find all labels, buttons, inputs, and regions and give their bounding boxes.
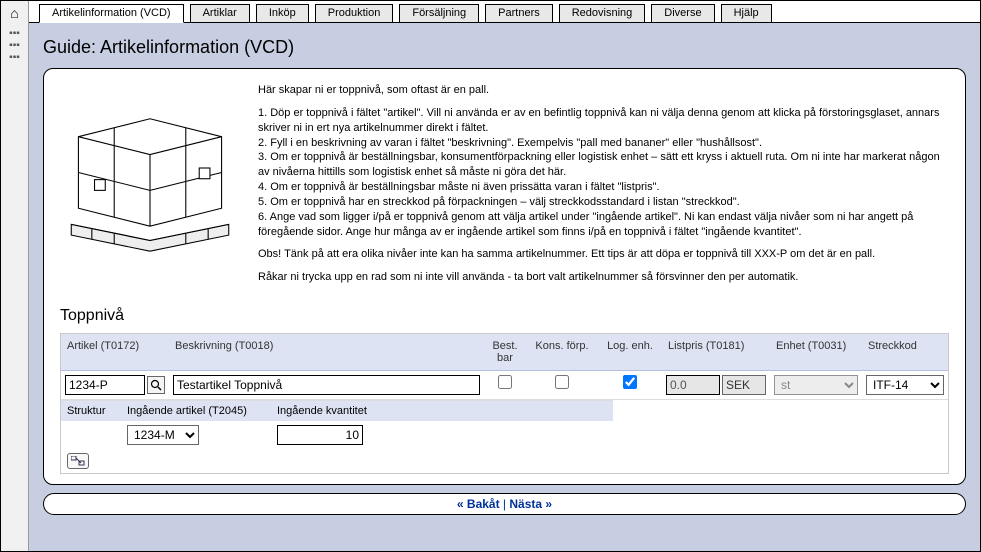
tab-redovisning[interactable]: Redovisning: [559, 4, 646, 22]
col-listpris: Listpris (T0181): [662, 334, 770, 370]
tab-bar: Artikelinformation (VCD) Artiklar Inköp Pro…: [29, 1, 980, 23]
ingaende-artikel-select[interactable]: 1234-M: [127, 425, 199, 445]
tab-partners[interactable]: Partners: [485, 4, 553, 22]
instructions-text: Här skapar ni er toppnivå, som oftast är…: [258, 83, 949, 293]
wizard-nav: « Bakåt | Nästa »: [43, 493, 966, 515]
kons-checkbox[interactable]: [555, 375, 569, 389]
next-link[interactable]: Nästa »: [509, 497, 552, 511]
enhet-select: st: [774, 375, 858, 395]
log-checkbox[interactable]: [623, 375, 637, 389]
tab-ink-p[interactable]: Inköp: [256, 4, 309, 22]
ingaende-kvantitet-input[interactable]: [277, 425, 363, 445]
pallet-illustration: [60, 83, 240, 293]
artikel-input[interactable]: [65, 375, 145, 395]
col-ingaende: Ingående artikel (T2045): [121, 401, 271, 421]
col-streckkod: Streckkod: [862, 334, 948, 370]
section-title: Toppnivå: [60, 307, 949, 325]
col-log: Log. enh.: [598, 334, 662, 370]
best-checkbox[interactable]: [498, 375, 512, 389]
currency-label: SEK: [722, 375, 766, 395]
col-beskrivning: Beskrivning (T0018): [169, 334, 484, 370]
col-struktur: Struktur: [61, 401, 121, 421]
structure-tree-icon[interactable]: [67, 453, 89, 469]
back-link[interactable]: « Bakåt: [457, 497, 500, 511]
tab-artiklar[interactable]: Artiklar: [190, 4, 250, 22]
tab-diverse[interactable]: Diverse: [651, 4, 714, 22]
col-kvantitet: Ingående kvantitet: [271, 401, 381, 421]
col-enhet: Enhet (T0031): [770, 334, 862, 370]
tab-artikelinformation-vcd-[interactable]: Artikelinformation (VCD): [39, 4, 184, 23]
main-panel: Här skapar ni er toppnivå, som oftast är…: [43, 68, 966, 485]
tab-hj-lp[interactable]: Hjälp: [721, 4, 772, 22]
toppniva-grid: Artikel (T0172) Beskrivning (T0018) Best…: [60, 333, 949, 474]
tab-f-rs-ljning[interactable]: Försäljning: [399, 4, 479, 22]
home-icon[interactable]: ⌂: [1, 5, 28, 21]
listpris-input[interactable]: [666, 375, 720, 395]
col-kons: Kons. förp.: [526, 334, 598, 370]
beskrivning-input[interactable]: [173, 375, 480, 395]
col-best: Best. bar: [484, 334, 526, 370]
grip-icon: ▪▪▪▪▪▪▪▪▪: [9, 28, 20, 63]
col-artikel: Artikel (T0172): [61, 334, 169, 370]
page-title: Guide: Artikelinformation (VCD): [43, 37, 966, 58]
tab-produktion[interactable]: Produktion: [315, 4, 394, 22]
search-icon[interactable]: [147, 376, 165, 394]
streckkod-select[interactable]: ITF-14: [866, 375, 944, 395]
